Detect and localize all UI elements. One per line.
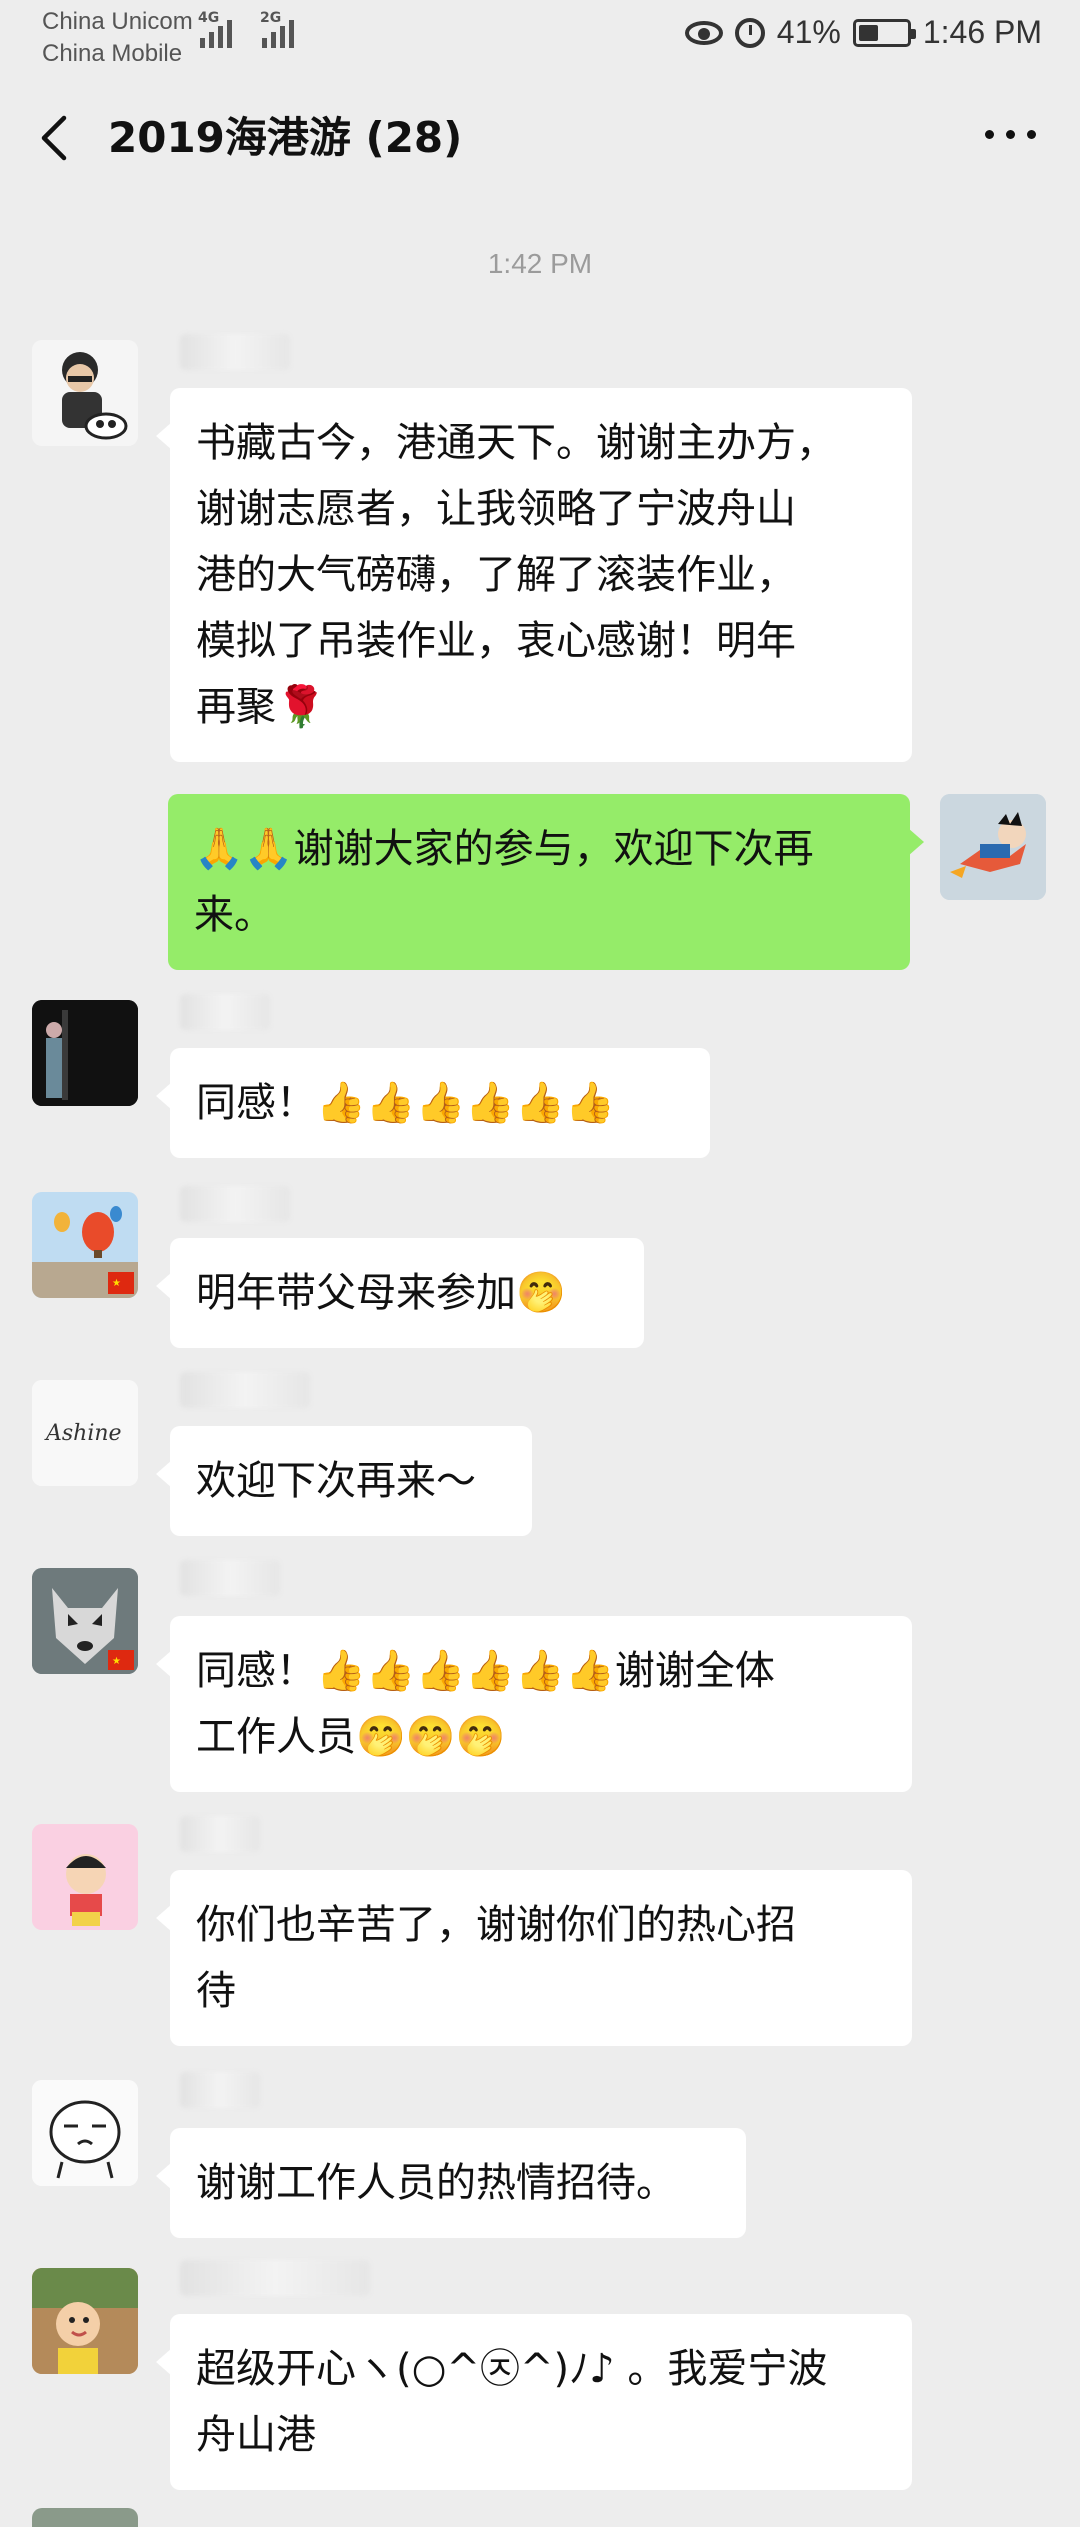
- message-text-line: 来。: [194, 892, 274, 938]
- self-avatar[interactable]: [940, 794, 1046, 900]
- sender-name-blurred: [180, 1372, 310, 1408]
- sender-name-blurred: [180, 1560, 280, 1596]
- alarm-icon: [734, 17, 765, 48]
- signal-1-label: 4G: [198, 10, 220, 26]
- message-bubble[interactable]: 书藏古今，港通天下。谢谢主办方， 谢谢志愿者，让我领略了宁波舟山 港的大气磅礴，…: [156, 388, 912, 762]
- sender-name-blurred: [180, 2260, 370, 2296]
- signal-1-icon: 4G: [198, 10, 232, 48]
- svg-text:Ashine: Ashine: [44, 1421, 122, 1446]
- message-text-line: 待: [196, 1968, 236, 2014]
- carrier-1: China Unicom: [42, 8, 193, 35]
- status-bar: China Unicom China Mobile 4G 2G 41% 1:46…: [0, 0, 1080, 72]
- message-text-line: 书藏古今，港通天下。谢谢主办方，: [196, 420, 836, 466]
- battery-percent: 41%: [776, 14, 841, 50]
- message-text-line: 工作人员🤭🤭🤭: [196, 1714, 506, 1760]
- sender-name-blurred: [180, 2072, 260, 2108]
- message-text-line: 谢谢志愿者，让我领略了宁波舟山: [196, 486, 796, 532]
- message-bubble-self[interactable]: 🙏🙏谢谢大家的参与，欢迎下次再 来。: [168, 794, 924, 970]
- avatar[interactable]: [32, 2508, 138, 2527]
- message-text-line: 欢迎下次再来～: [196, 1458, 476, 1504]
- avatar[interactable]: ★: [32, 1192, 138, 1298]
- sender-name-blurred: [180, 1816, 260, 1852]
- message-bubble[interactable]: 你们也辛苦了，谢谢你们的热心招 待: [156, 1870, 912, 2046]
- avatar[interactable]: [32, 2268, 138, 2374]
- back-arrow-icon[interactable]: [38, 114, 74, 162]
- chat-title: 2019海港游 (28): [108, 113, 463, 162]
- message-text-line: 同感！👍👍👍👍👍👍谢谢全体: [196, 1648, 775, 1694]
- message-bubble[interactable]: 欢迎下次再来～: [156, 1426, 532, 1536]
- svg-text:★: ★: [112, 1278, 121, 1289]
- eye-icon: [684, 20, 723, 45]
- message-text-line: 明年带父母来参加🤭: [196, 1270, 566, 1316]
- carrier-2: China Mobile: [42, 40, 183, 67]
- message-text-line: 模拟了吊装作业，衷心感谢！明年: [196, 618, 796, 664]
- battery-icon: [852, 18, 916, 47]
- signal-2-icon: 2G: [260, 10, 294, 48]
- message-bubble[interactable]: 超级开心ヽ(○^㉨^)ﾉ♪ 。我爱宁波 舟山港: [156, 2314, 912, 2490]
- signal-2-label: 2G: [260, 10, 282, 26]
- sender-name-blurred: [180, 994, 270, 1030]
- message-text-line: 你们也辛苦了，谢谢你们的热心招: [196, 1902, 796, 1948]
- message-bubble[interactable]: 明年带父母来参加🤭: [156, 1238, 644, 1348]
- clock-time: 1:46 PM: [922, 14, 1042, 50]
- message-bubble[interactable]: 同感！👍👍👍👍👍👍谢谢全体 工作人员🤭🤭🤭: [156, 1616, 912, 1792]
- message-text-line: 🙏🙏谢谢大家的参与，欢迎下次再: [194, 826, 814, 872]
- chat-header: 2019海港游 (28): [0, 72, 1080, 204]
- avatar[interactable]: [32, 340, 138, 446]
- carrier-names: China Unicom China Mobile: [42, 6, 193, 70]
- message-text-line: 超级开心ヽ(○^㉨^)ﾉ♪ 。我爱宁波: [196, 2346, 828, 2392]
- message-text-line: 港的大气磅礴，了解了滚装作业，: [196, 552, 796, 598]
- message-text-line: 谢谢工作人员的热情招待。: [196, 2160, 676, 2206]
- message-bubble[interactable]: 同感！👍👍👍👍👍👍: [156, 1048, 710, 1158]
- message-text-line: 同感！👍👍👍👍👍👍: [196, 1080, 615, 1126]
- sender-name-blurred: [180, 1186, 290, 1222]
- message-text-line: 再聚🌹: [196, 684, 326, 730]
- svg-text:★: ★: [112, 1656, 121, 1667]
- more-dots-icon[interactable]: [985, 130, 1036, 139]
- avatar[interactable]: [32, 1000, 138, 1106]
- message-bubble[interactable]: 谢谢工作人员的热情招待。: [156, 2128, 746, 2238]
- avatar[interactable]: Ashine: [32, 1380, 138, 1486]
- system-icons: 41% 1:46 PM: [684, 14, 1042, 51]
- message-timestamp: 1:42 PM: [487, 248, 593, 279]
- avatar[interactable]: [32, 1824, 138, 1930]
- message-text-line: 舟山港: [196, 2412, 316, 2458]
- sender-name-blurred: [180, 334, 290, 370]
- avatar[interactable]: ★: [32, 1568, 138, 1674]
- avatar[interactable]: [32, 2080, 138, 2186]
